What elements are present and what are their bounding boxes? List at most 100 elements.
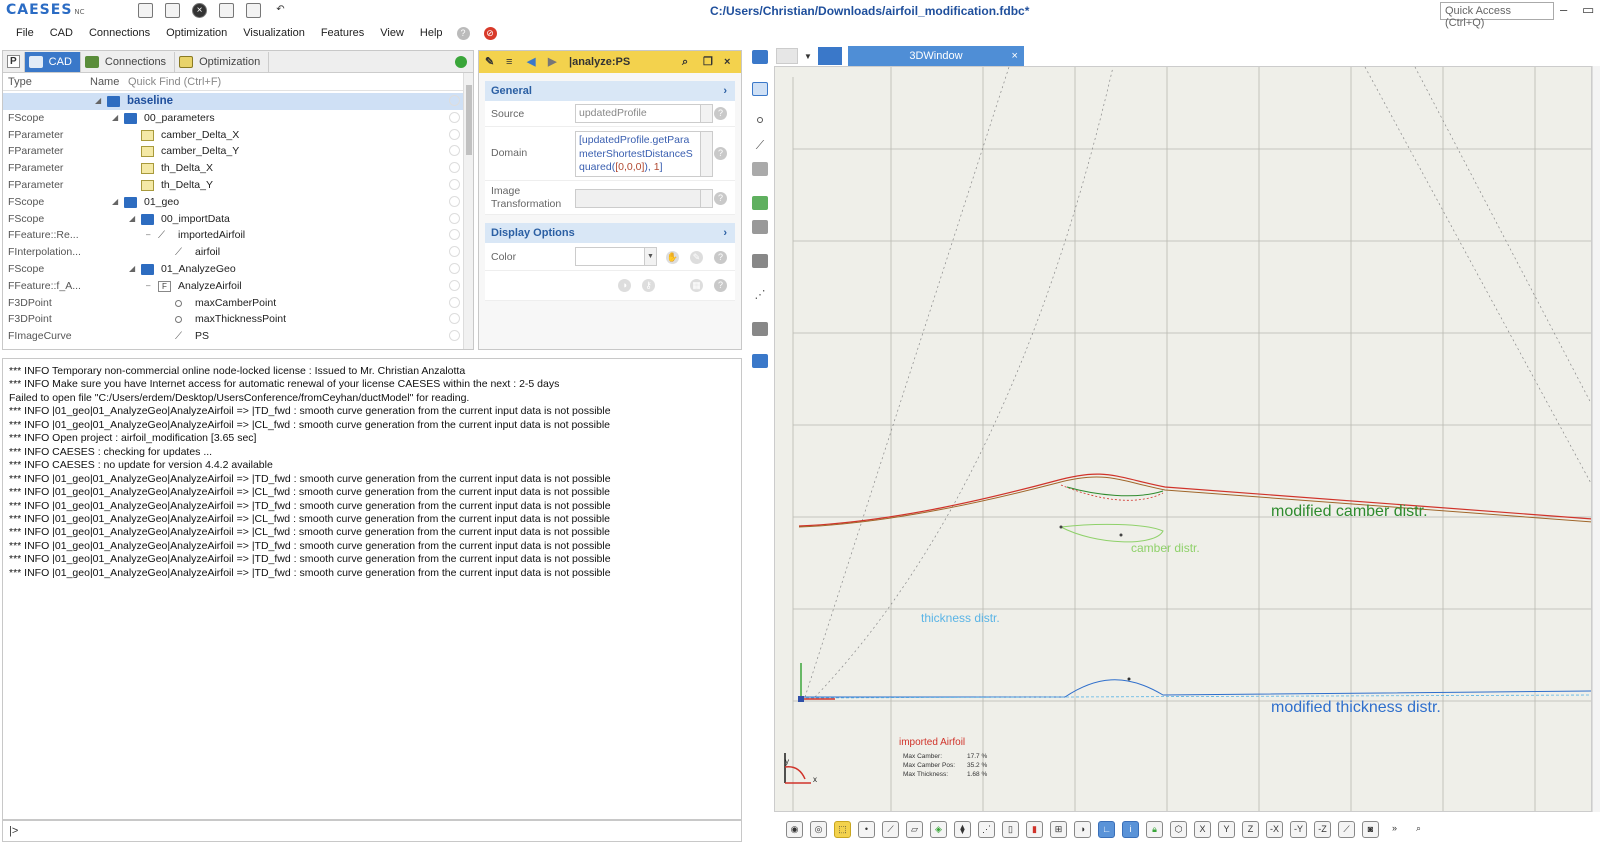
display-help-icon[interactable]: ? — [714, 279, 727, 292]
tree-row[interactable]: FParameter camber_Delta_Y — [3, 143, 473, 160]
show-dashed-icon[interactable]: ⋰ — [978, 820, 995, 838]
row-help-icon[interactable] — [449, 128, 460, 140]
back-icon[interactable]: ◀ — [527, 56, 538, 68]
tab-3dwindow[interactable]: 3DWindow × — [847, 46, 1024, 66]
tab-cad[interactable]: CAD — [24, 51, 81, 72]
minimize-icon[interactable]: – — [1560, 2, 1567, 17]
show-points-icon[interactable]: • — [858, 820, 875, 838]
view-z-icon[interactable]: Z — [1242, 820, 1259, 838]
new-project-icon[interactable] — [138, 3, 153, 18]
tree-row[interactable]: FScope ◢ 01_geo — [3, 194, 473, 211]
save-as-icon[interactable] — [246, 3, 261, 18]
row-help-icon[interactable] — [449, 279, 460, 291]
curve-tool-icon[interactable]: ⟋ — [752, 138, 768, 152]
show-deleted-icon[interactable]: ▮ — [1026, 820, 1043, 838]
row-help-icon[interactable] — [449, 229, 460, 241]
column-type[interactable]: Type — [8, 76, 90, 88]
view-neg-z-icon[interactable]: -Z — [1314, 820, 1331, 838]
image-transformation-field[interactable] — [575, 189, 713, 208]
measure-tool-icon[interactable]: ⋰ — [752, 288, 768, 302]
row-help-icon[interactable] — [449, 95, 460, 106]
row-help-icon[interactable] — [449, 212, 460, 224]
column-name[interactable]: Name — [90, 76, 128, 88]
row-help-icon[interactable] — [449, 262, 460, 274]
row-help-icon[interactable] — [449, 195, 460, 207]
row-help-icon[interactable] — [449, 178, 460, 190]
3d-viewport[interactable]: modified camber distr. camber distr. thi… — [774, 66, 1592, 812]
expand-icon[interactable]: ◢ — [112, 110, 118, 127]
command-input[interactable]: |> — [2, 820, 742, 842]
tree-row[interactable]: FImageCurve ⟋ PS — [3, 328, 473, 345]
layout-dropdown-icon[interactable]: ▼ — [804, 52, 812, 61]
tree-row[interactable]: FInterpolation... ⟋ airfoil — [3, 244, 473, 261]
show-curves-icon[interactable]: ⟋ — [882, 820, 899, 838]
show-axes-icon[interactable]: ∟ — [1098, 820, 1115, 838]
close-icon[interactable]: × — [724, 56, 735, 68]
solid-tool-icon[interactable] — [752, 220, 768, 234]
domain-field[interactable]: [updatedProfile.getPara meterShortestDis… — [575, 131, 713, 177]
row-help-icon[interactable] — [449, 313, 460, 325]
color-picker-icon[interactable]: ✋ — [666, 251, 679, 264]
key-icon[interactable]: ⚷ — [642, 279, 655, 292]
source-dropdown-button[interactable] — [700, 105, 712, 122]
point-tool-icon[interactable] — [752, 114, 768, 128]
expand-icon[interactable]: ◢ — [112, 194, 118, 211]
tree-row[interactable]: FScope ◢ 01_AnalyzeGeo — [3, 261, 473, 278]
color-select[interactable]: ▼ — [575, 247, 657, 266]
color-help-icon[interactable]: ? — [714, 251, 727, 264]
grid-icon[interactable]: ▦ — [690, 279, 703, 292]
lock-icon[interactable]: 🔒︎ — [1146, 820, 1163, 838]
tree-scrollbar[interactable] — [463, 73, 473, 349]
more-icon[interactable]: » — [1386, 821, 1403, 838]
menu-file[interactable]: File — [8, 27, 42, 39]
row-help-icon[interactable] — [449, 296, 460, 308]
show-panels-icon[interactable]: ▯ — [1002, 820, 1019, 838]
info-icon[interactable]: i — [1122, 820, 1139, 838]
view-neg-x-icon[interactable]: -X — [1266, 820, 1283, 838]
menu-cad[interactable]: CAD — [42, 27, 81, 39]
feature-tool-icon[interactable] — [752, 322, 768, 336]
select-tool-icon[interactable] — [752, 82, 768, 96]
open-folder-icon[interactable] — [165, 3, 180, 18]
image-transformation-help-icon[interactable]: ? — [714, 192, 727, 205]
show-solids-icon[interactable]: ⧫ — [954, 820, 971, 838]
save-icon[interactable] — [219, 3, 234, 18]
quick-find-input[interactable]: Quick Find (Ctrl+F) — [128, 76, 221, 88]
expand-icon[interactable]: ◢ — [129, 211, 135, 228]
tree-row[interactable]: FScope ◢ 00_parameters — [3, 110, 473, 127]
expand-icon[interactable]: ◢ — [95, 93, 101, 110]
row-help-icon[interactable] — [449, 330, 460, 342]
tree-row[interactable]: FParameter camber_Delta_X — [3, 127, 473, 144]
undo-icon[interactable]: ↶ — [273, 3, 288, 18]
folder-tool-icon[interactable] — [752, 50, 768, 64]
show-green-surfaces-icon[interactable]: ◈ — [930, 820, 947, 838]
menu-features[interactable]: Features — [313, 27, 372, 39]
show-surfaces-icon[interactable]: ▱ — [906, 820, 923, 838]
tree-scroll-thumb[interactable] — [466, 85, 472, 155]
tree-row[interactable]: FParameter th_Delta_X — [3, 160, 473, 177]
lock-selection-icon[interactable]: ⬚ — [834, 820, 851, 838]
tree-row[interactable]: F3DPoint maxCamberPoint — [3, 295, 473, 312]
quick-access-input[interactable]: Quick Access (Ctrl+Q) — [1440, 2, 1554, 29]
display-options-section-header[interactable]: Display Options › — [485, 223, 735, 243]
row-help-icon[interactable] — [449, 246, 460, 258]
close-project-icon[interactable]: × — [192, 3, 207, 18]
view-folder-icon[interactable] — [817, 47, 842, 65]
domain-edit-button[interactable] — [700, 132, 712, 176]
pin-icon[interactable]: ✎ — [485, 56, 496, 68]
row-help-icon[interactable] — [449, 111, 460, 123]
view-x-icon[interactable]: X — [1194, 820, 1211, 838]
collapse-icon[interactable]: – — [146, 227, 150, 244]
row-help-icon[interactable] — [449, 162, 460, 174]
camera-icon[interactable]: ◙ — [1362, 820, 1379, 838]
help-icon[interactable]: ? — [456, 26, 470, 40]
tab-connections[interactable]: Connections — [81, 51, 176, 72]
image-transformation-button[interactable] — [700, 190, 712, 207]
console-output[interactable]: *** INFO Temporary non-commercial online… — [2, 358, 742, 820]
menu-connections[interactable]: Connections — [81, 27, 158, 39]
list-icon[interactable]: ≡ — [506, 56, 517, 68]
tree-row[interactable]: FParameter th_Delta_Y — [3, 177, 473, 194]
source-field[interactable]: updatedProfile — [575, 104, 713, 123]
tree-row[interactable]: FFeature::f_A... – F AnalyzeAirfoil — [3, 278, 473, 295]
collapse-icon[interactable]: – — [146, 278, 150, 295]
